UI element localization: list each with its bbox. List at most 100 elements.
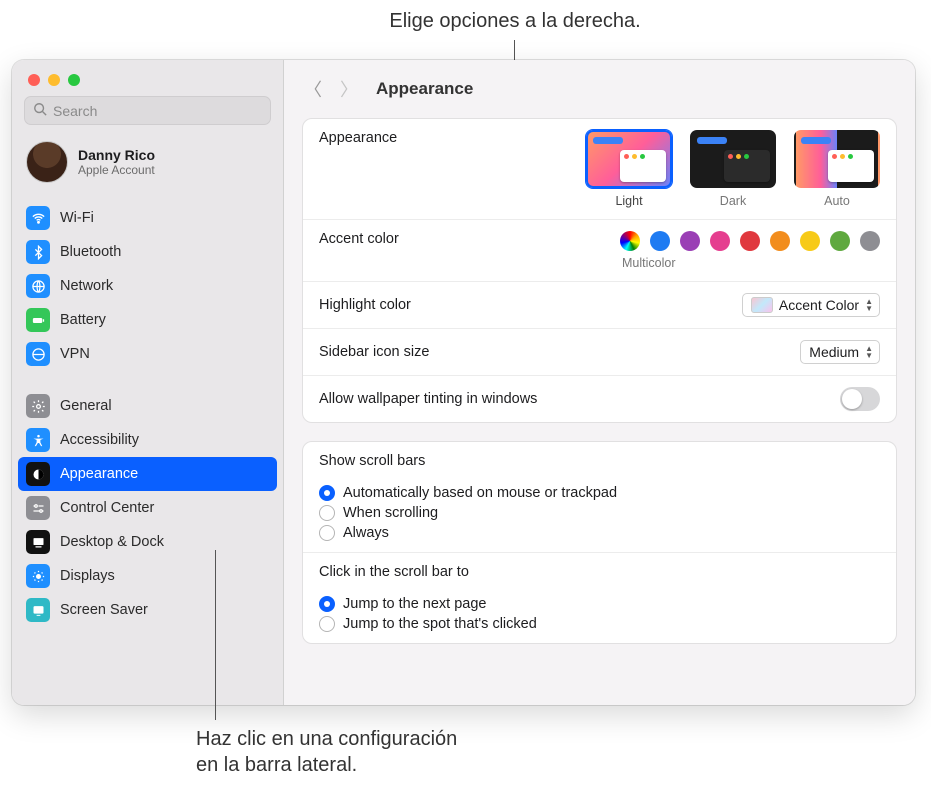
accent-green[interactable] — [830, 231, 850, 251]
sidebar-item-vpn[interactable]: VPN — [18, 337, 277, 371]
callout-bottom: Haz clic en una configuración en la barr… — [196, 726, 457, 778]
click-scroll-option-jump-spot[interactable]: Jump to the spot that's clicked — [319, 616, 880, 632]
displays-icon — [26, 564, 50, 588]
radio-label: Always — [343, 525, 389, 541]
page-title: Appearance — [376, 79, 473, 99]
sidebar-item-label: Desktop & Dock — [60, 534, 164, 550]
theme-option-auto[interactable]: Auto — [794, 130, 880, 208]
accent-yellow[interactable] — [800, 231, 820, 251]
account-row[interactable]: Danny Rico Apple Account — [12, 135, 283, 197]
radio-icon — [319, 525, 335, 541]
accent-caption: Multicolor — [622, 256, 676, 270]
accent-red[interactable] — [740, 231, 760, 251]
battery-icon — [26, 308, 50, 332]
screen-saver-icon — [26, 598, 50, 622]
sidebar-item-label: Accessibility — [60, 432, 139, 448]
sidebar-item-network[interactable]: Network — [18, 269, 277, 303]
radio-label: Jump to the spot that's clicked — [343, 616, 537, 632]
search-field[interactable] — [24, 96, 271, 125]
sidebar-item-label: Bluetooth — [60, 244, 121, 260]
theme-option-light[interactable]: Light — [586, 130, 672, 208]
appearance-label: Appearance — [319, 130, 397, 146]
forward-button[interactable]: 〉 — [340, 76, 358, 102]
scrollbars-option-auto[interactable]: Automatically based on mouse or trackpad — [319, 485, 880, 501]
radio-label: Automatically based on mouse or trackpad — [343, 485, 617, 501]
search-icon — [33, 102, 47, 119]
sidebar-nav: Wi-Fi Bluetooth Network Battery VPN — [12, 197, 283, 705]
theme-caption: Dark — [720, 194, 746, 208]
settings-window: Danny Rico Apple Account Wi-Fi Bluetooth… — [12, 60, 915, 705]
search-input[interactable] — [53, 103, 262, 119]
accent-multicolor[interactable] — [620, 231, 640, 251]
sidebar-item-accessibility[interactable]: Accessibility — [18, 423, 277, 457]
bluetooth-icon — [26, 240, 50, 264]
callout-line-bottom — [215, 550, 216, 720]
theme-caption: Auto — [824, 194, 850, 208]
sidebar-item-battery[interactable]: Battery — [18, 303, 277, 337]
content-pane: 〈 〉 Appearance Appearance Light — [284, 60, 915, 705]
wallpaper-tint-label: Allow wallpaper tinting in windows — [319, 391, 537, 407]
sidebar-item-label: Displays — [60, 568, 115, 584]
sidebar-item-label: Network — [60, 278, 113, 294]
sidebar-icon-value: Medium — [809, 344, 859, 360]
sidebar-item-wifi[interactable]: Wi-Fi — [18, 201, 277, 235]
panel-appearance: Appearance Light — [302, 118, 897, 423]
sidebar-item-bluetooth[interactable]: Bluetooth — [18, 235, 277, 269]
sidebar-item-control-center[interactable]: Control Center — [18, 491, 277, 525]
fullscreen-button[interactable] — [68, 74, 80, 86]
callout-top: Elige opciones a la derecha. — [265, 10, 765, 33]
account-sub: Apple Account — [78, 163, 155, 177]
sidebar-item-appearance[interactable]: Appearance — [18, 457, 277, 491]
accent-pink[interactable] — [710, 231, 730, 251]
click-scroll-label: Click in the scroll bar to — [319, 564, 880, 584]
theme-thumb-auto — [794, 130, 880, 188]
sidebar-item-label: Control Center — [60, 500, 154, 516]
accent-label: Accent color — [319, 231, 399, 247]
wallpaper-tint-toggle[interactable] — [840, 387, 880, 411]
theme-thumb-light — [586, 130, 672, 188]
sidebar: Danny Rico Apple Account Wi-Fi Bluetooth… — [12, 60, 284, 705]
minimize-button[interactable] — [48, 74, 60, 86]
desktop-dock-icon — [26, 530, 50, 554]
appearance-icon — [26, 462, 50, 486]
accent-blue[interactable] — [650, 231, 670, 251]
accent-orange[interactable] — [770, 231, 790, 251]
sidebar-item-desktop-dock[interactable]: Desktop & Dock — [18, 525, 277, 559]
radio-icon — [319, 616, 335, 632]
chevron-updown-icon: ▲▼ — [865, 345, 873, 359]
panel-scrolling: Show scroll bars Automatically based on … — [302, 441, 897, 644]
sidebar-item-label: General — [60, 398, 112, 414]
accent-gray[interactable] — [860, 231, 880, 251]
radio-icon — [319, 485, 335, 501]
radio-icon — [319, 596, 335, 612]
radio-label: Jump to the next page — [343, 596, 487, 612]
gear-icon — [26, 394, 50, 418]
scrollbars-label: Show scroll bars — [319, 453, 880, 473]
highlight-value: Accent Color — [779, 297, 859, 313]
accessibility-icon — [26, 428, 50, 452]
sidebar-item-label: VPN — [60, 346, 90, 362]
sidebar-item-screen-saver[interactable]: Screen Saver — [18, 593, 277, 627]
scrollbars-option-when-scrolling[interactable]: When scrolling — [319, 505, 880, 521]
sidebar-item-label: Battery — [60, 312, 106, 328]
sidebar-icon-select[interactable]: Medium ▲▼ — [800, 340, 880, 364]
network-icon — [26, 274, 50, 298]
toolbar: 〈 〉 Appearance — [284, 60, 915, 112]
back-button[interactable]: 〈 — [304, 76, 322, 102]
click-scroll-option-next-page[interactable]: Jump to the next page — [319, 596, 880, 612]
close-button[interactable] — [28, 74, 40, 86]
radio-icon — [319, 505, 335, 521]
control-center-icon — [26, 496, 50, 520]
scrollbars-option-always[interactable]: Always — [319, 525, 880, 541]
accent-purple[interactable] — [680, 231, 700, 251]
avatar — [26, 141, 68, 183]
accent-swatches — [620, 231, 880, 251]
theme-option-dark[interactable]: Dark — [690, 130, 776, 208]
highlight-label: Highlight color — [319, 297, 411, 313]
sidebar-item-displays[interactable]: Displays — [18, 559, 277, 593]
highlight-select[interactable]: Accent Color ▲▼ — [742, 293, 880, 317]
sidebar-item-general[interactable]: General — [18, 389, 277, 423]
wifi-icon — [26, 206, 50, 230]
highlight-swatch-icon — [751, 297, 773, 313]
chevron-updown-icon: ▲▼ — [865, 298, 873, 312]
